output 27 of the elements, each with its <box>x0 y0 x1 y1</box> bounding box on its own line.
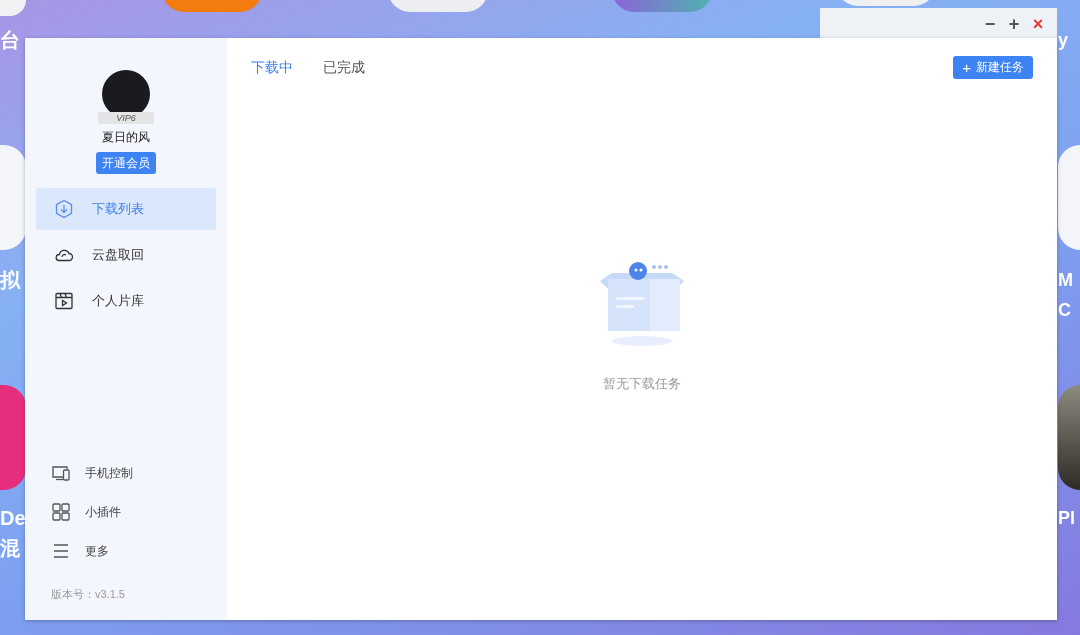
vip-badge: VIP6 <box>98 112 154 124</box>
nav-item[interactable]: 更多 <box>51 540 201 561</box>
app-label: 台 <box>0 28 20 52</box>
close-button[interactable]: × <box>1029 14 1047 33</box>
tab[interactable]: 已完成 <box>323 56 365 78</box>
app-label: De <box>0 506 26 530</box>
app-label: y <box>1058 29 1068 52</box>
nav-item[interactable]: 云盘取回 <box>36 234 216 276</box>
app-label: M <box>1058 269 1073 292</box>
download-icon <box>54 199 74 219</box>
tab[interactable]: 下载中 <box>251 56 293 78</box>
nav-item[interactable]: 手机控制 <box>51 462 201 483</box>
grid-icon <box>51 501 71 522</box>
version-text: 版本号：v3.1.5 <box>51 586 126 602</box>
app-label: 混 <box>0 536 20 560</box>
new-task-button[interactable]: + 新建任务 <box>953 55 1033 79</box>
vip-button[interactable]: 开通会员 <box>96 152 156 174</box>
app-label: C <box>1058 299 1071 322</box>
maximize-button[interactable]: + <box>1005 14 1023 33</box>
app-label: 拟 <box>0 268 20 292</box>
app-label: Pl <box>1058 507 1075 530</box>
minimize-button[interactable]: − <box>981 14 999 33</box>
user-name: 夏日的风 <box>102 129 150 146</box>
film-icon <box>54 291 74 311</box>
nav-item[interactable]: 个人片库 <box>36 280 216 322</box>
empty-message: 暂无下载任务 <box>603 375 681 393</box>
nav-item[interactable]: 小插件 <box>51 501 201 522</box>
